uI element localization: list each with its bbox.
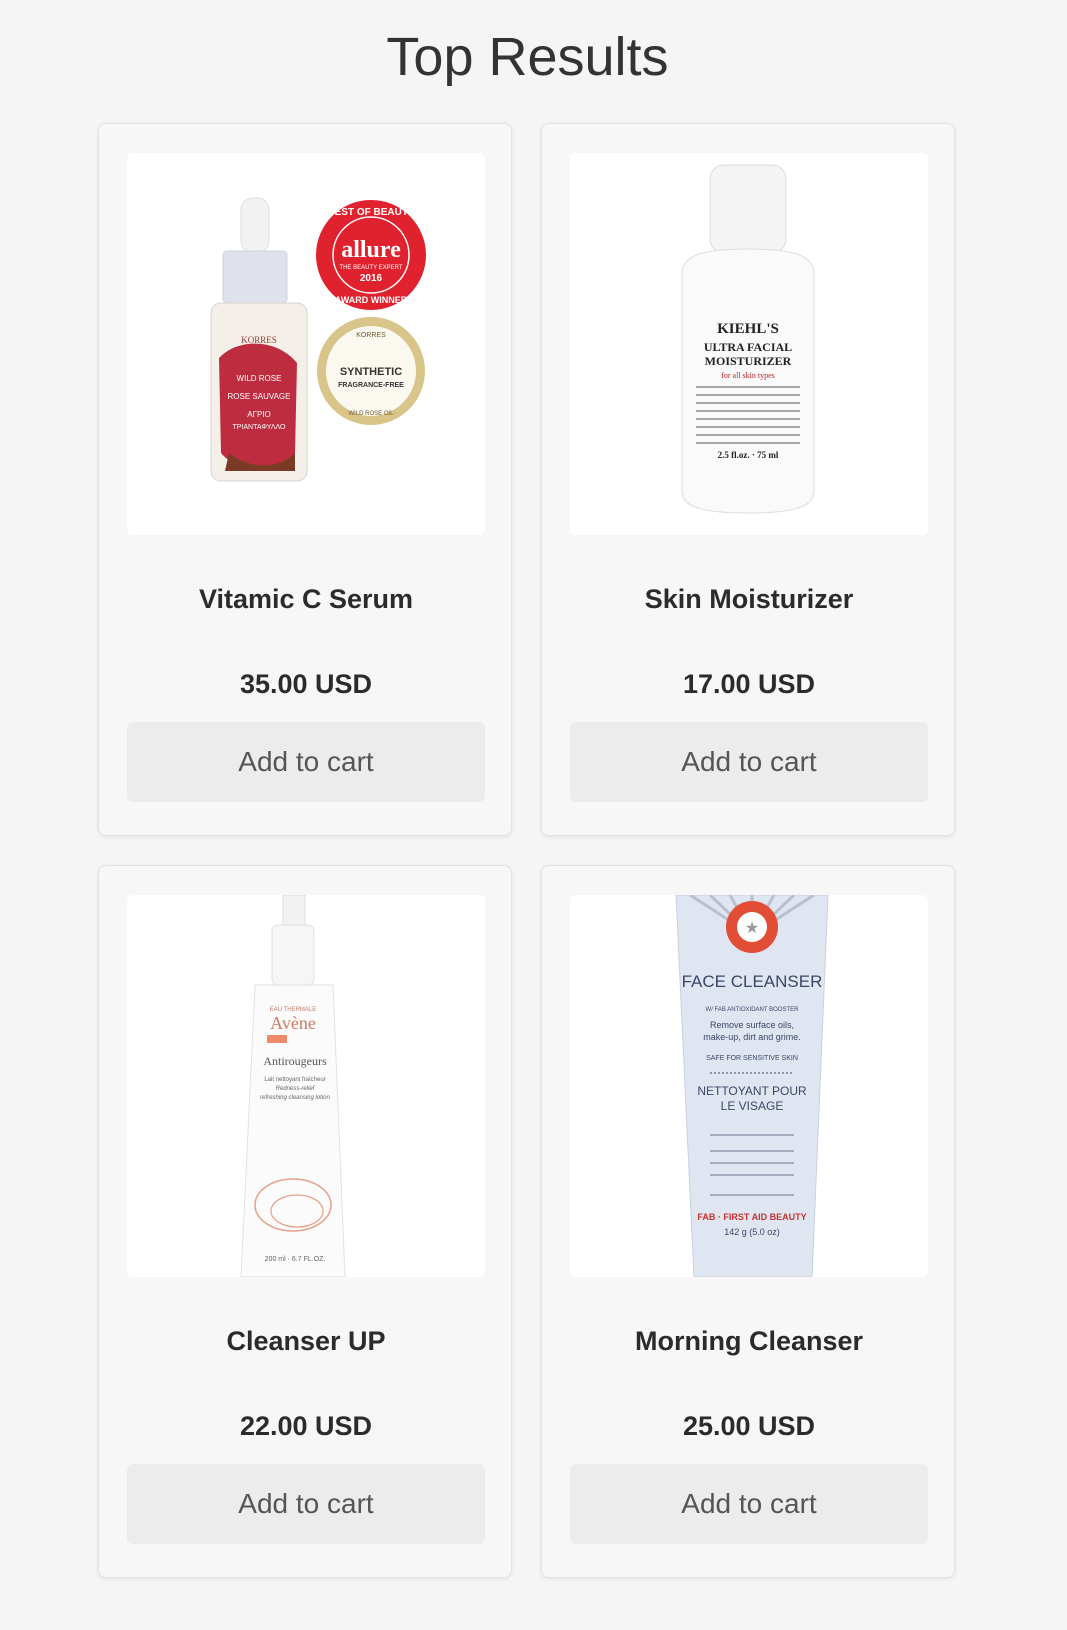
svg-text:for all skin types: for all skin types (721, 371, 775, 380)
product-card: KORRES WILD ROSE ROSE SAUVAGE ΑΓΡΙΟ ΤΡΙΑ… (98, 123, 512, 836)
svg-text:make-up, dirt and grime.: make-up, dirt and grime. (703, 1032, 801, 1042)
serum-bottle-image: KORRES WILD ROSE ROSE SAUVAGE ΑΓΡΙΟ ΤΡΙΑ… (210, 197, 426, 482)
add-to-cart-button[interactable]: Add to cart (570, 722, 928, 802)
add-to-cart-button[interactable]: Add to cart (127, 1464, 485, 1544)
svg-text:W/ FAB ANTIOXIDANT BOOSTER: W/ FAB ANTIOXIDANT BOOSTER (706, 1007, 800, 1013)
svg-text:KORRES: KORRES (241, 335, 277, 345)
svg-text:Redness-relief: Redness-relief (276, 1086, 316, 1092)
svg-text:142 g (5.0 oz): 142 g (5.0 oz) (724, 1227, 780, 1237)
cleanser-pump-bottle-image: EAU THERMALE Avène Antirougeurs Lait net… (240, 895, 346, 1277)
svg-text:NETTOYANT POUR: NETTOYANT POUR (697, 1084, 807, 1098)
product-image[interactable]: ★ FACE CLEANSER W/ FAB ANTIOXIDANT BOOST… (570, 895, 928, 1277)
product-price: 17.00 USD (682, 669, 816, 699)
svg-text:★: ★ (745, 920, 759, 937)
product-name[interactable]: Vitamic C Serum (99, 584, 513, 615)
product-card: EAU THERMALE Avène Antirougeurs Lait net… (98, 865, 512, 1578)
svg-text:refreshing cleansing lotion: refreshing cleansing lotion (260, 1095, 330, 1101)
svg-text:2016: 2016 (360, 273, 383, 284)
svg-text:WILD ROSE OIL: WILD ROSE OIL (348, 411, 394, 417)
svg-text:SYNTHETIC: SYNTHETIC (340, 366, 402, 378)
svg-text:Lait nettoyant fraîcheur: Lait nettoyant fraîcheur (264, 1077, 325, 1083)
page-title: Top Results (386, 27, 669, 87)
svg-text:ROSE SAUVAGE: ROSE SAUVAGE (228, 392, 291, 401)
svg-text:ΤΡΙΑΝΤΑΦΥΛΛΟ: ΤΡΙΑΝΤΑΦΥΛΛΟ (233, 424, 287, 431)
product-image[interactable]: KORRES WILD ROSE ROSE SAUVAGE ΑΓΡΙΟ ΤΡΙΑ… (127, 153, 485, 535)
results-page: Top Results KORRES WILD ROSE ROSE SAUVAG… (0, 0, 1067, 1630)
svg-text:FACE CLEANSER: FACE CLEANSER (682, 972, 823, 991)
add-to-cart-button[interactable]: Add to cart (570, 1464, 928, 1544)
svg-text:SAFE FOR SENSITIVE SKIN: SAFE FOR SENSITIVE SKIN (706, 1055, 798, 1062)
svg-text:FRAGRANCE-FREE: FRAGRANCE-FREE (338, 382, 404, 389)
svg-text:2.5 fl.oz. · 75 ml: 2.5 fl.oz. · 75 ml (718, 450, 779, 460)
svg-text:allure: allure (341, 237, 401, 263)
svg-text:THE BEAUTY EXPERT: THE BEAUTY EXPERT (339, 265, 402, 271)
svg-text:ΑΓΡΙΟ: ΑΓΡΙΟ (247, 410, 271, 419)
moisturizer-bottle-image: KIEHL'S ULTRA FACIAL MOISTURIZER for all… (681, 164, 815, 514)
product-price: 35.00 USD (239, 669, 373, 699)
svg-text:Antirougeurs: Antirougeurs (263, 1054, 327, 1068)
svg-text:ULTRA FACIAL: ULTRA FACIAL (704, 340, 792, 354)
cleanser-tube-image: ★ FACE CLEANSER W/ FAB ANTIOXIDANT BOOST… (675, 895, 829, 1277)
svg-text:Remove surface oils,: Remove surface oils, (710, 1020, 794, 1030)
svg-text:Avène: Avène (270, 1013, 316, 1033)
product-price: 25.00 USD (682, 1411, 816, 1441)
product-image[interactable]: KIEHL'S ULTRA FACIAL MOISTURIZER for all… (570, 153, 928, 535)
product-image[interactable]: EAU THERMALE Avène Antirougeurs Lait net… (127, 895, 485, 1277)
svg-text:KORRES: KORRES (356, 332, 386, 339)
svg-text:BEST OF BEAUTY: BEST OF BEAUTY (327, 207, 415, 218)
svg-text:FAB · FIRST AID BEAUTY: FAB · FIRST AID BEAUTY (697, 1212, 806, 1222)
product-price: 22.00 USD (239, 1411, 373, 1441)
svg-text:LE VISAGE: LE VISAGE (721, 1099, 784, 1113)
svg-text:MOISTURIZER: MOISTURIZER (705, 354, 792, 368)
svg-text:AWARD WINNER: AWARD WINNER (335, 295, 408, 305)
product-name[interactable]: Skin Moisturizer (542, 584, 956, 615)
svg-text:200 ml · 6.7 FL.OZ.: 200 ml · 6.7 FL.OZ. (265, 1256, 326, 1263)
product-name[interactable]: Morning Cleanser (542, 1326, 956, 1357)
product-card: ★ FACE CLEANSER W/ FAB ANTIOXIDANT BOOST… (541, 865, 955, 1578)
svg-text:KIEHL'S: KIEHL'S (717, 321, 779, 337)
svg-text:WILD ROSE: WILD ROSE (237, 374, 282, 383)
product-card: KIEHL'S ULTRA FACIAL MOISTURIZER for all… (541, 123, 955, 836)
product-name[interactable]: Cleanser UP (99, 1326, 513, 1357)
add-to-cart-button[interactable]: Add to cart (127, 722, 485, 802)
